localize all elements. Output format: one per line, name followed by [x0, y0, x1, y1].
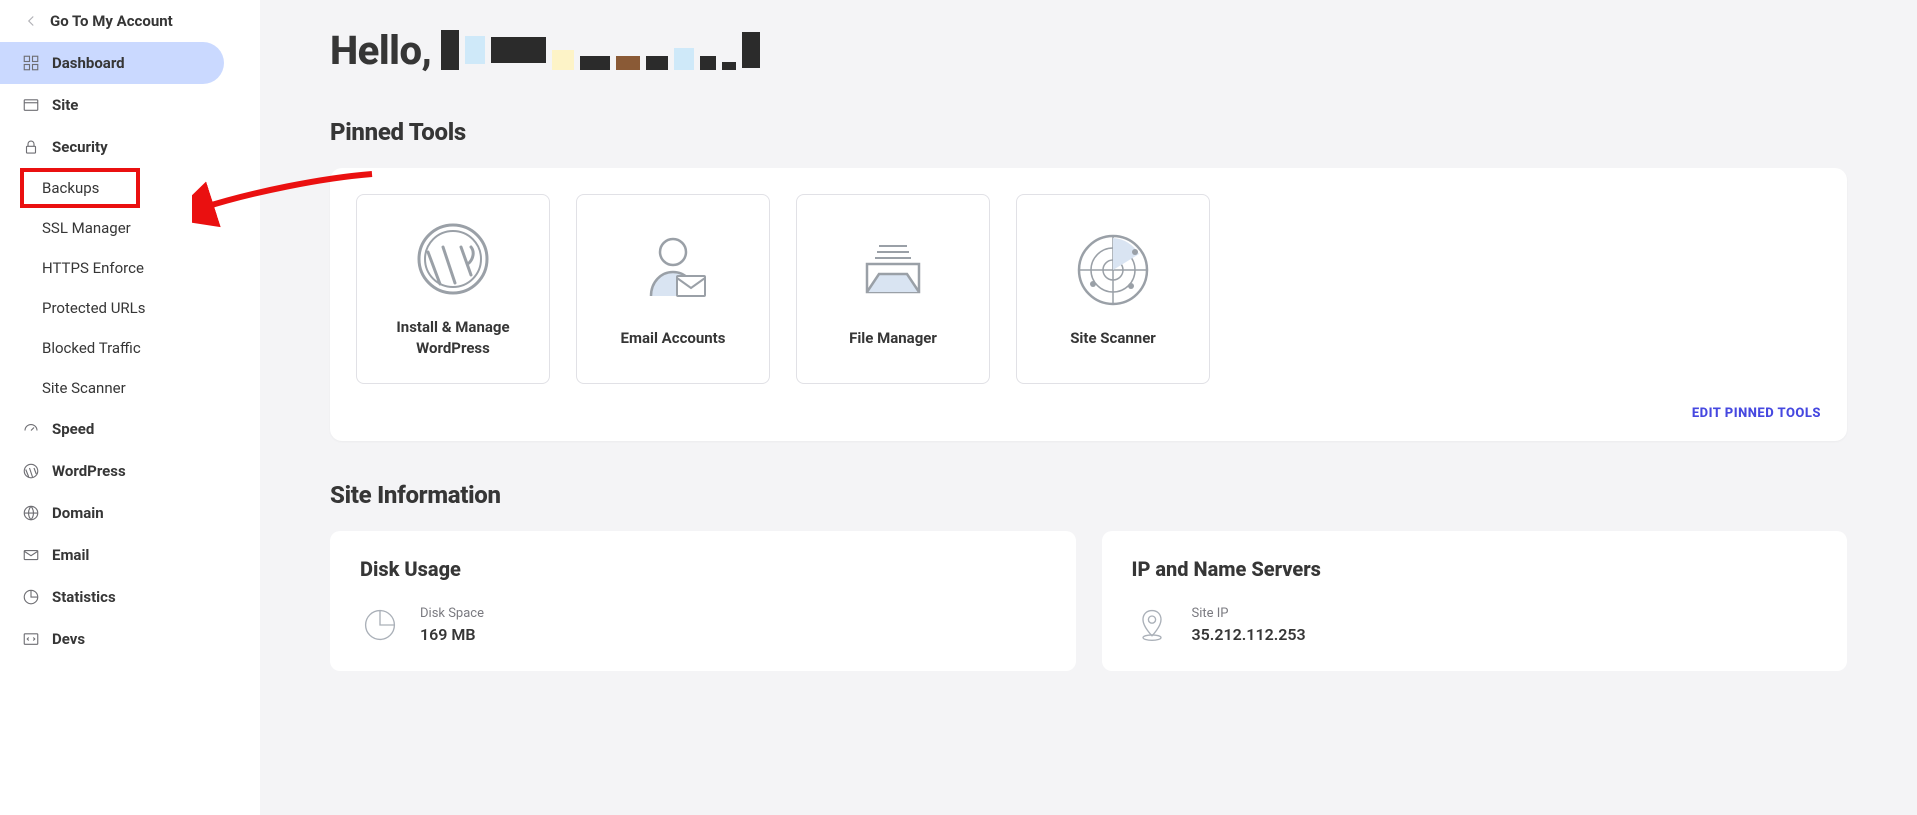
hello-prefix: Hello,: [330, 27, 431, 74]
subnav-label: Protected URLs: [42, 299, 146, 317]
disk-space-item: Disk Space 169 MB: [360, 605, 1046, 645]
sidebar-item-devs[interactable]: Devs: [0, 618, 260, 660]
gauge-icon: [22, 420, 40, 438]
sidebar-item-statistics[interactable]: Statistics: [0, 576, 260, 618]
site-info-row: Disk Usage Disk Space 169 MB IP and Name…: [330, 531, 1847, 671]
pinned-tools-title: Pinned Tools: [330, 118, 1847, 146]
sidebar-item-label: Domain: [52, 504, 104, 522]
sidebar-item-label: Statistics: [52, 588, 116, 606]
tool-card-site-scanner[interactable]: Site Scanner: [1016, 194, 1210, 384]
tool-card-file-manager[interactable]: File Manager: [796, 194, 990, 384]
tool-label: Install & Manage WordPress: [367, 317, 539, 359]
tool-label: Email Accounts: [621, 328, 726, 349]
site-ip-item: Site IP 35.212.112.253: [1132, 605, 1818, 645]
subnav-item-https-enforce[interactable]: HTTPS Enforce: [20, 248, 260, 288]
wordpress-logo-icon: [413, 219, 493, 299]
subnav-label: Blocked Traffic: [42, 339, 141, 357]
grid-icon: [22, 54, 40, 72]
subnav-item-ssl-manager[interactable]: SSL Manager: [20, 208, 260, 248]
disk-space-value: 169 MB: [420, 625, 484, 644]
file-manager-icon: [853, 230, 933, 310]
sidebar-item-label: Site: [52, 96, 78, 114]
sidebar-item-label: Devs: [52, 630, 85, 648]
tool-card-email[interactable]: Email Accounts: [576, 194, 770, 384]
hello-heading: Hello,: [330, 24, 1847, 74]
code-icon: [22, 630, 40, 648]
sidebar-item-label: WordPress: [52, 462, 126, 480]
site-information-title: Site Information: [330, 481, 1847, 509]
sidebar-item-label: Email: [52, 546, 89, 564]
sidebar-item-email[interactable]: Email: [0, 534, 260, 576]
radar-icon: [1073, 230, 1153, 310]
sidebar-item-security[interactable]: Security: [0, 126, 260, 168]
back-arrow-icon: [22, 12, 40, 30]
disk-usage-card: Disk Usage Disk Space 169 MB: [330, 531, 1076, 671]
security-subnav: Backups SSL Manager HTTPS Enforce Protec…: [0, 168, 260, 408]
site-ip-label: Site IP: [1192, 606, 1306, 621]
subnav-item-backups[interactable]: Backups: [20, 168, 140, 208]
subnav-item-site-scanner[interactable]: Site Scanner: [20, 368, 260, 408]
lock-icon: [22, 138, 40, 156]
back-label: Go To My Account: [50, 12, 173, 30]
subnav-label: HTTPS Enforce: [42, 259, 144, 277]
sidebar: Go To My Account Dashboard Site Security…: [0, 0, 260, 815]
subnav-item-protected-urls[interactable]: Protected URLs: [20, 288, 260, 328]
window-icon: [22, 96, 40, 114]
sidebar-item-speed[interactable]: Speed: [0, 408, 260, 450]
location-pin-icon: [1132, 605, 1172, 645]
pinned-tools-card: Install & Manage WordPress Email Account…: [330, 168, 1847, 441]
globe-icon: [22, 504, 40, 522]
site-ip-value: 35.212.112.253: [1192, 625, 1306, 644]
ip-name-servers-card: IP and Name Servers Site IP 35.212.112.2…: [1102, 531, 1848, 671]
tool-label: Site Scanner: [1070, 328, 1156, 349]
wordpress-icon: [22, 462, 40, 480]
go-to-my-account-link[interactable]: Go To My Account: [0, 6, 260, 42]
disk-pie-icon: [360, 605, 400, 645]
tool-label: File Manager: [849, 328, 937, 349]
main-content: Hello, Pinned Tools Install & Manage Wor…: [260, 0, 1917, 815]
sidebar-item-label: Security: [52, 138, 108, 156]
chart-pie-icon: [22, 588, 40, 606]
subnav-item-blocked-traffic[interactable]: Blocked Traffic: [20, 328, 260, 368]
tool-card-wordpress[interactable]: Install & Manage WordPress: [356, 194, 550, 384]
sidebar-item-wordpress[interactable]: WordPress: [0, 450, 260, 492]
sidebar-item-label: Dashboard: [52, 54, 125, 72]
pinned-tools-grid: Install & Manage WordPress Email Account…: [356, 194, 1821, 384]
redacted-name: [441, 30, 760, 70]
edit-pinned-tools-link[interactable]: EDIT PINNED TOOLS: [356, 406, 1821, 421]
subnav-label: Backups: [42, 179, 99, 197]
sidebar-item-dashboard[interactable]: Dashboard: [0, 42, 224, 84]
mail-icon: [22, 546, 40, 564]
disk-usage-title: Disk Usage: [360, 557, 1046, 581]
email-account-icon: [633, 230, 713, 310]
subnav-label: Site Scanner: [42, 379, 126, 397]
sidebar-item-domain[interactable]: Domain: [0, 492, 260, 534]
subnav-label: SSL Manager: [42, 219, 131, 237]
ip-title: IP and Name Servers: [1132, 557, 1818, 581]
sidebar-item-label: Speed: [52, 420, 94, 438]
sidebar-item-site[interactable]: Site: [0, 84, 260, 126]
disk-space-label: Disk Space: [420, 606, 484, 621]
